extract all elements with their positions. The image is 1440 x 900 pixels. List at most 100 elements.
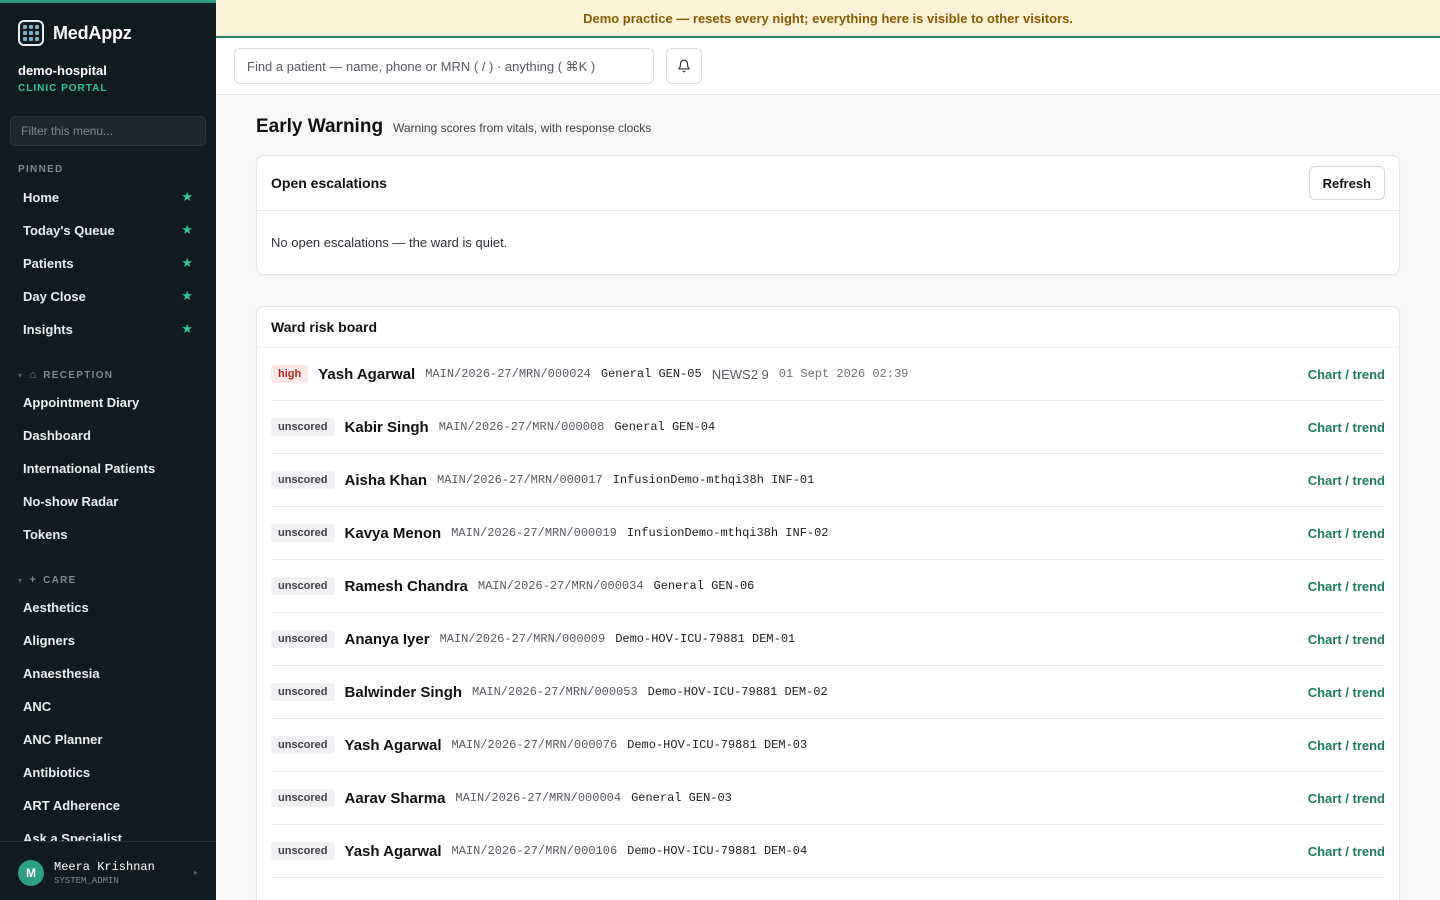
user-menu[interactable]: M Meera Krishnan SYSTEM_ADMIN ▸: [0, 841, 216, 900]
sidebar-item-patients[interactable]: Patients ★: [10, 248, 206, 278]
chart-trend-link[interactable]: Chart / trend: [1308, 473, 1385, 488]
open-escalations-card: Open escalations Refresh No open escalat…: [256, 155, 1400, 275]
sidebar-item-label: Aligners: [23, 632, 76, 648]
user-role: SYSTEM_ADMIN: [54, 875, 119, 886]
sidebar-item-no-show-radar[interactable]: No-show Radar: [10, 486, 206, 516]
collapse-dot-icon: ▾: [18, 370, 24, 380]
patient-name: Ananya Iyer: [344, 630, 430, 648]
table-row: unscored Yash Agarwal MAIN/2026-27/MRN/000…: [271, 719, 1385, 772]
chart-trend-link[interactable]: Chart / trend: [1308, 420, 1385, 435]
star-icon[interactable]: ★: [181, 321, 193, 337]
patient-name: Yash Agarwal: [344, 842, 442, 860]
chart-trend-link[interactable]: Chart / trend: [1308, 632, 1385, 647]
sidebar-item-anc-planner[interactable]: ANC Planner: [10, 724, 206, 754]
chart-trend-link[interactable]: Chart / trend: [1308, 791, 1385, 806]
patient-mrn: MAIN/2026-27/MRN/000034: [477, 579, 644, 593]
section-label-reception[interactable]: ▾ ⌂ RECEPTION: [18, 369, 113, 381]
ward-risk-board-title: Ward risk board: [271, 319, 378, 335]
sidebar-item-label: Patients: [23, 255, 74, 271]
sidebar-item-anc[interactable]: ANC: [10, 691, 206, 721]
notifications-button[interactable]: [666, 48, 702, 84]
sidebar-item-label: Today's Queue: [23, 222, 115, 238]
risk-level-badge: unscored: [271, 683, 335, 701]
risk-level-badge: high: [271, 365, 309, 383]
sidebar-item-day-close[interactable]: Day Close ★: [10, 281, 206, 311]
sidebar-item-label: Ask a Specialist: [23, 830, 122, 842]
sidebar-item-label: Appointment Diary: [23, 394, 140, 410]
chart-trend-link[interactable]: Chart / trend: [1308, 367, 1385, 382]
score-timestamp: 01 Sept 2026 02:39: [778, 367, 909, 381]
patient-mrn: MAIN/2026-27/MRN/000017: [437, 473, 603, 487]
care-list-scroll[interactable]: Aesthetics Aligners Anaesthesia ANC ANC Plan…: [0, 588, 216, 842]
sidebar-item-ask-a-specialist[interactable]: Ask a Specialist: [10, 823, 206, 842]
section-label-care-text: CARE: [43, 574, 77, 586]
patient-name: Aarav Sharma: [344, 789, 446, 807]
table-row: unscored Yash Agarwal MAIN/2026-27/MRN/000…: [271, 825, 1385, 878]
sidebar-item-label: Day Close: [23, 288, 86, 304]
star-icon[interactable]: ★: [181, 222, 193, 238]
open-escalations-header: Open escalations Refresh: [257, 156, 1399, 211]
patient-name: Kabir Singh: [344, 418, 429, 436]
chart-trend-link[interactable]: Chart / trend: [1308, 526, 1385, 541]
section-label-reception-text: RECEPTION: [43, 369, 114, 381]
table-row: unscored Kabir Singh MAIN/2026-27/MRN/0000…: [271, 401, 1385, 454]
sidebar-item-label: International Patients: [23, 460, 156, 476]
sidebar-item-insights[interactable]: Insights ★: [10, 314, 206, 344]
empty-state-text: No open escalations — the ward is quiet.: [271, 235, 508, 250]
star-icon[interactable]: ★: [181, 288, 193, 304]
table-row: unscored Aisha Khan MAIN/2026-27/MRN/00001…: [271, 454, 1385, 507]
sidebar-item-aesthetics[interactable]: Aesthetics: [10, 592, 206, 622]
patient-name: Kavya Menon: [344, 524, 442, 542]
chevron-icon: ▸: [193, 868, 198, 877]
bed-location: General GEN-04: [614, 420, 716, 434]
sidebar: MedAppz demo-hospital CLINIC PORTAL PINN…: [0, 0, 216, 900]
patient-mrn: MAIN/2026-27/MRN/000009: [439, 632, 606, 646]
patient-name: Ramesh Chandra: [344, 577, 468, 595]
chart-trend-link[interactable]: Chart / trend: [1308, 579, 1385, 594]
star-icon[interactable]: ★: [181, 189, 193, 205]
patient-mrn: MAIN/2026-27/MRN/000076: [451, 738, 618, 752]
risk-level-badge: unscored: [271, 736, 335, 754]
sidebar-item-aligners[interactable]: Aligners: [10, 625, 206, 655]
sidebar-item-today-s-queue[interactable]: Today's Queue ★: [10, 215, 206, 245]
bed-location: General GEN-05: [600, 367, 702, 381]
patient-search-input[interactable]: [234, 48, 654, 84]
chart-trend-link[interactable]: Chart / trend: [1308, 738, 1385, 753]
refresh-button[interactable]: Refresh: [1308, 166, 1385, 200]
section-label-pinned: PINNED: [18, 164, 64, 175]
patient-name: Aisha Khan: [344, 471, 428, 489]
risk-level-badge: unscored: [271, 418, 335, 436]
star-icon[interactable]: ★: [181, 255, 193, 271]
risk-level-badge: unscored: [271, 842, 335, 860]
sidebar-item-international-patients[interactable]: International Patients: [10, 453, 206, 483]
page-title: Early Warning: [256, 116, 384, 137]
open-escalations-title: Open escalations: [271, 175, 387, 191]
sidebar-item-anaesthesia[interactable]: Anaesthesia: [10, 658, 206, 688]
patient-mrn: MAIN/2026-27/MRN/000004: [455, 791, 622, 805]
plus-icon: +: [29, 574, 38, 586]
table-row: unscored Kavya Menon MAIN/2026-27/MRN/0000…: [271, 507, 1385, 560]
sidebar-item-label: No-show Radar: [23, 493, 119, 509]
sidebar-item-label: ANC: [23, 698, 52, 714]
sidebar-item-dashboard[interactable]: Dashboard: [10, 420, 206, 450]
bell-icon: [678, 59, 690, 73]
ward-risk-board-header: Ward risk board: [257, 307, 1399, 348]
sidebar-item-label: Insights: [23, 321, 73, 337]
chart-trend-link[interactable]: Chart / trend: [1308, 844, 1385, 859]
bed-location: Demo-HOV-ICU-79881 DEM-01: [615, 632, 796, 646]
sidebar-item-tokens[interactable]: Tokens: [10, 519, 206, 549]
patient-name: Yash Agarwal: [318, 365, 416, 383]
bed-location: Demo-HOV-ICU-79881 DEM-03: [627, 738, 808, 752]
chart-trend-link[interactable]: Chart / trend: [1308, 685, 1385, 700]
sidebar-item-appointment-diary[interactable]: Appointment Diary: [10, 387, 206, 417]
risk-board-list: high Yash Agarwal MAIN/2026-27/MRN/000024 G…: [257, 348, 1399, 878]
sidebar-item-art-adherence[interactable]: ART Adherence: [10, 790, 206, 820]
sidebar-item-antibiotics[interactable]: Antibiotics: [10, 757, 206, 787]
sidebar-filter-input[interactable]: [10, 116, 206, 146]
sidebar-item-home[interactable]: Home ★: [10, 182, 206, 212]
risk-level-badge: unscored: [271, 577, 335, 595]
user-name: Meera Krishnan: [54, 859, 155, 874]
brand[interactable]: MedAppz: [18, 20, 132, 46]
section-label-care[interactable]: ▾ + CARE: [18, 574, 77, 586]
bed-location: InfusionDemo-mthqi38h INF-02: [626, 526, 829, 540]
